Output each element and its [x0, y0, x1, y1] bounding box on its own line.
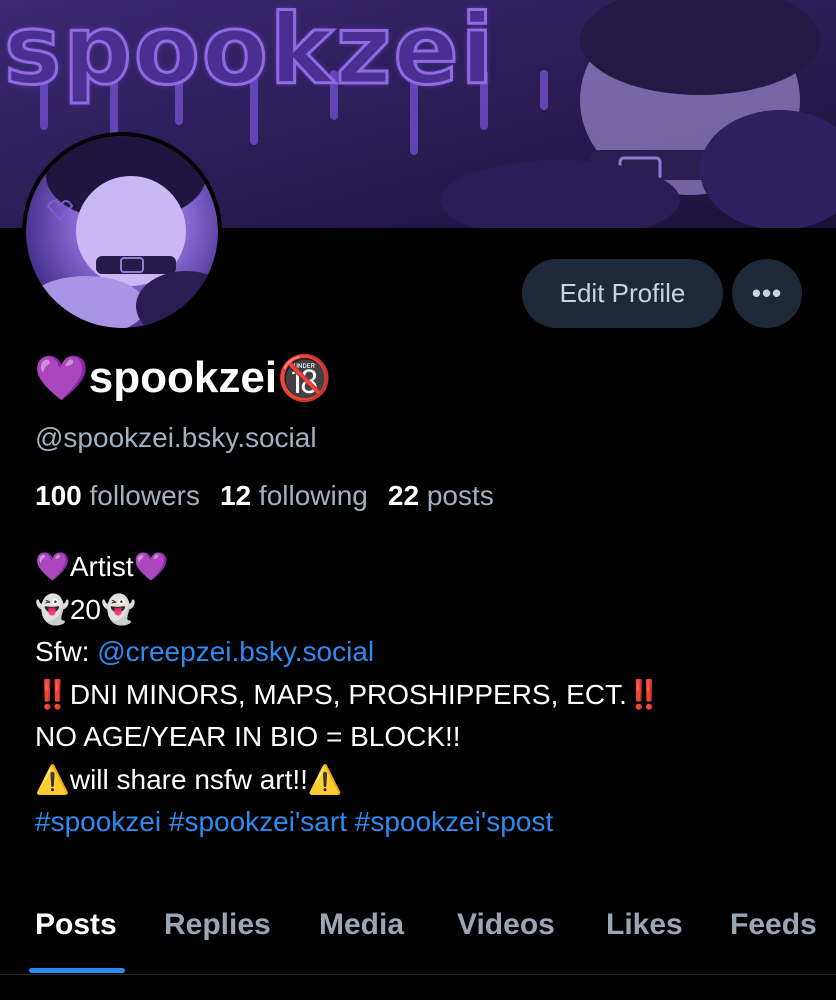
following-count: 12 — [219, 480, 252, 511]
ellipsis-icon: ••• — [751, 278, 783, 308]
profile-tabs: Posts Replies Media Videos Likes Feeds — [0, 890, 836, 975]
bio-line: Sfw: @creepzei.bsky.social — [35, 631, 815, 674]
posts-label: posts — [426, 480, 494, 511]
profile-stats: 100 followers 12 following 22 posts — [35, 480, 494, 512]
profile-bio: 💜Artist💜 👻20👻 Sfw: @creepzei.bsky.social… — [35, 546, 815, 844]
tab-posts[interactable]: Posts — [35, 908, 117, 942]
followers-label: followers — [89, 480, 200, 511]
hashtag-link[interactable]: #spookzei — [35, 806, 161, 837]
posts-count: 22 — [387, 480, 420, 511]
bio-line: ‼️DNI MINORS, MAPS, PROSHIPPERS, ECT.‼️ — [35, 678, 662, 710]
display-name-text: spookzei — [88, 353, 278, 402]
active-tab-indicator — [29, 968, 125, 973]
no-under-18-emoji: 🔞 — [277, 354, 332, 403]
bio-hashtags: #spookzei #spookzei'sart #spookzei'spost — [35, 801, 815, 844]
hashtag-link[interactable]: #spookzei'sart — [169, 806, 347, 837]
followers-count: 100 — [35, 480, 82, 511]
followers-stat[interactable]: 100 followers — [35, 480, 200, 512]
bio-line: NO AGE/YEAR IN BIO = BLOCK!! — [35, 721, 461, 752]
tab-likes[interactable]: Likes — [606, 908, 683, 942]
banner-title-art: spookzei — [3, 0, 496, 108]
avatar-image — [26, 136, 218, 328]
bio-line: ⚠️will share nsfw art!!⚠️ — [35, 763, 343, 795]
bio-line: 💜Artist💜 — [35, 551, 169, 582]
bio-line: 👻20👻 — [35, 593, 136, 625]
sfw-account-link[interactable]: @creepzei.bsky.social — [97, 636, 374, 667]
more-options-button[interactable]: ••• — [732, 259, 802, 328]
posts-stat: 22 posts — [388, 480, 494, 512]
tab-replies[interactable]: Replies — [164, 908, 271, 942]
following-label: following — [258, 480, 368, 511]
hashtag-link[interactable]: #spookzei'spost — [355, 806, 553, 837]
purple-heart-emoji: 💜 — [34, 354, 89, 403]
profile-handle: @spookzei.bsky.social — [35, 422, 317, 453]
bio-sfw-label: Sfw: — [35, 636, 98, 667]
following-stat[interactable]: 12 following — [220, 480, 368, 512]
display-name: 💜 spookzei 🔞 — [34, 352, 332, 404]
tab-feeds[interactable]: Feeds — [730, 908, 817, 942]
tab-media[interactable]: Media — [319, 908, 404, 942]
avatar[interactable] — [22, 132, 222, 332]
tab-videos[interactable]: Videos — [457, 908, 555, 942]
edit-profile-button[interactable]: Edit Profile — [522, 259, 723, 328]
